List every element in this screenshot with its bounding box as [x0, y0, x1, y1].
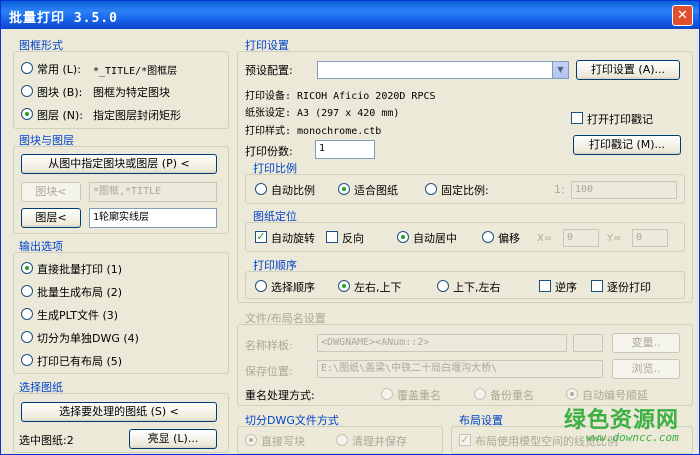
- frame-common-key: 常用 (L):: [37, 63, 81, 76]
- radio-order-tb-lr[interactable]: [437, 280, 449, 292]
- select-drawings-button[interactable]: 选择要处理的图纸 (S) <: [21, 402, 217, 422]
- reverse-checkbox[interactable]: [326, 231, 338, 243]
- radio-scale-fit[interactable]: [338, 183, 350, 195]
- frame-block-key: 图块 (B):: [37, 86, 83, 99]
- frame-layer-key: 图层 (N):: [37, 109, 84, 122]
- scale-fixed-label: 固定比例:: [441, 184, 489, 197]
- auto-center-label: 自动居中: [413, 232, 457, 245]
- block-value-field[interactable]: *图框,*TITLE: [89, 182, 217, 202]
- watermark-url: www.downcc.com: [586, 431, 679, 444]
- rename-auto-label: 自动编号顺延: [582, 389, 648, 402]
- radio-order-lr-tb[interactable]: [338, 280, 350, 292]
- x-offset-input[interactable]: 0: [563, 229, 599, 247]
- order-reverse-label: 逆序: [555, 281, 577, 294]
- print-stamp-button[interactable]: 打印戳记 (M)...: [573, 135, 681, 155]
- rename-overwrite-label: 覆盖重名: [397, 389, 441, 402]
- save-location-input[interactable]: E:\图纸\盖梁\中铁二十局白堰沟大桥\: [317, 360, 603, 378]
- radio-frame-layer[interactable]: [21, 108, 33, 120]
- split-clean-label: 清理并保存: [352, 435, 407, 448]
- radio-output-layout[interactable]: [21, 285, 33, 297]
- by-copy-checkbox[interactable]: [591, 280, 603, 292]
- order-lr-tb-label: 左右,上下: [354, 281, 402, 294]
- y-label: Y=: [607, 233, 622, 244]
- layout-lineweight-checkbox[interactable]: ✓: [459, 434, 471, 446]
- rename-label: 重名处理方式:: [245, 389, 315, 402]
- pick-block-layer-button[interactable]: 从图中指定图块或图层 (P) <: [21, 154, 217, 174]
- split-direct-label: 直接写块: [261, 435, 305, 448]
- sample-label: 名称样板:: [245, 339, 293, 352]
- radio-offset[interactable]: [482, 231, 494, 243]
- save-location-label: 保存位置:: [245, 365, 293, 378]
- watermark-text: 绿色资源网: [564, 408, 680, 433]
- block-pick-button[interactable]: 图块<: [21, 182, 81, 202]
- radio-split-clean[interactable]: [336, 434, 348, 446]
- radio-rename-backup[interactable]: [474, 388, 486, 400]
- order-select-label: 选择顺序: [271, 281, 315, 294]
- frame-block-desc: 图框为特定图块: [93, 86, 170, 99]
- offset-label: 偏移: [498, 232, 520, 245]
- scale-auto-label: 自动比例: [271, 184, 315, 197]
- radio-scale-auto[interactable]: [255, 183, 267, 195]
- output-plt-label: 生成PLT文件 (3): [37, 309, 119, 322]
- x-label: X=: [537, 233, 553, 244]
- selected-count: 选中图纸:2: [19, 434, 74, 447]
- print-style: 打印样式: monochrome.ctb: [245, 126, 382, 137]
- order-tb-lr-label: 上下,左右: [453, 281, 501, 294]
- highlight-button[interactable]: 亮显 (L)...: [129, 429, 217, 449]
- output-layout-label: 批量生成布局 (2): [37, 286, 123, 299]
- copies-input[interactable]: 1: [315, 140, 375, 159]
- scale-fit-label: 适合图纸: [354, 184, 398, 197]
- title-bar: 批量打印 3.5.0 ✕: [1, 1, 699, 29]
- batch-print-dialog: 批量打印 3.5.0 ✕ 图框形式 常用 (L): *_TITLE/*图框层 图…: [0, 0, 700, 455]
- radio-output-split[interactable]: [21, 331, 33, 343]
- by-copy-label: 逐份打印: [607, 281, 651, 294]
- order-reverse-checkbox[interactable]: [539, 280, 551, 292]
- output-existing-label: 打印已有布局 (5): [37, 355, 123, 368]
- radio-order-select[interactable]: [255, 280, 267, 292]
- rename-backup-label: 备份重名: [490, 389, 534, 402]
- radio-output-direct[interactable]: [21, 262, 33, 274]
- print-settings-button[interactable]: 打印设置 (A)...: [576, 60, 680, 80]
- browse-button[interactable]: 浏览..: [612, 359, 680, 379]
- output-direct-label: 直接批量打印 (1): [37, 263, 123, 276]
- radio-rename-auto[interactable]: [566, 388, 578, 400]
- reverse-label: 反向: [342, 232, 364, 245]
- radio-rename-overwrite[interactable]: [381, 388, 393, 400]
- radio-output-existing[interactable]: [21, 354, 33, 366]
- name-sample-input[interactable]: <DWGNAME><ANum::2>: [317, 334, 567, 352]
- close-button[interactable]: ✕: [672, 5, 693, 26]
- stamp-checkbox[interactable]: [571, 112, 583, 124]
- window-title: 批量打印 3.5.0: [9, 11, 118, 26]
- frame-layer-desc: 指定图层封闭矩形: [93, 109, 181, 122]
- variable-button[interactable]: 变量..: [612, 333, 680, 353]
- radio-frame-common[interactable]: [21, 62, 33, 74]
- chevron-down-icon[interactable]: ▼: [552, 62, 568, 78]
- radio-split-direct[interactable]: [245, 434, 257, 446]
- radio-auto-center[interactable]: [397, 231, 409, 243]
- frame-common-desc: *_TITLE/*图框层: [93, 66, 178, 77]
- layer-value-field[interactable]: 1轮廓实线层: [89, 208, 217, 228]
- print-device: 打印设备: RICOH Aficio 2020D RPCS: [245, 91, 436, 102]
- ratio-input[interactable]: 100: [571, 181, 677, 199]
- radio-frame-block[interactable]: [21, 85, 33, 97]
- preset-label: 预设配置:: [245, 64, 293, 77]
- copies-label: 打印份数:: [245, 145, 293, 158]
- radio-scale-fixed[interactable]: [425, 183, 437, 195]
- radio-output-plt[interactable]: [21, 308, 33, 320]
- auto-rotate-label: 自动旋转: [271, 232, 315, 245]
- paper-size: 纸张设定: A3 (297 x 420 mm): [245, 108, 400, 119]
- output-split-label: 切分为单独DWG (4): [37, 332, 139, 345]
- preset-combo[interactable]: [317, 61, 569, 79]
- layer-pick-button[interactable]: 图层<: [21, 208, 81, 228]
- y-offset-input[interactable]: 0: [632, 229, 668, 247]
- name-sample-extra[interactable]: [573, 334, 603, 352]
- stamp-check-label: 打开打印戳记: [587, 113, 653, 126]
- auto-rotate-checkbox[interactable]: ✓: [255, 231, 267, 243]
- ratio-prefix: 1:: [554, 183, 565, 196]
